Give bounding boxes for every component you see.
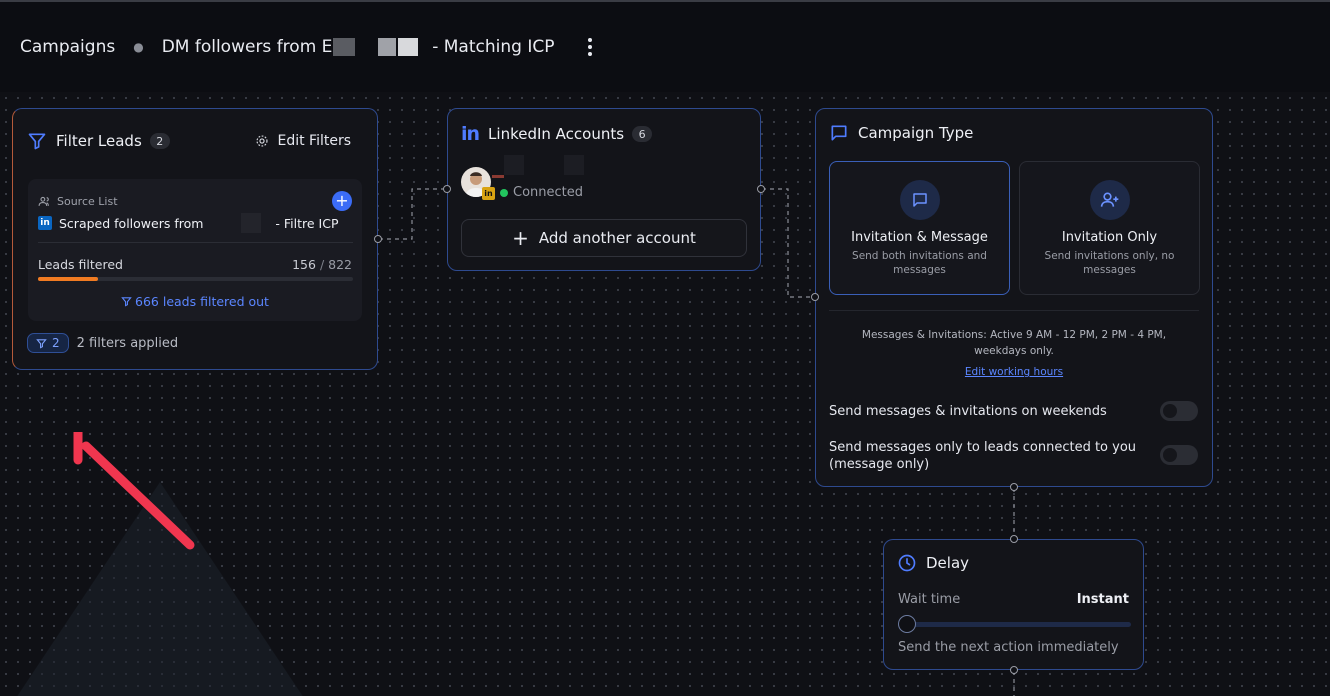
output-handle[interactable] (1010, 483, 1018, 491)
message-icon (899, 180, 940, 220)
connected-only-toggle[interactable] (1160, 445, 1198, 465)
source-name-prefix: Scraped followers from (59, 215, 204, 231)
edit-working-hours-link[interactable]: Edit working hours (816, 366, 1212, 378)
leads-progress-fill (38, 277, 98, 281)
linkedin-icon: in (461, 123, 480, 145)
filtered-out-link[interactable]: 666 leads filtered out (28, 294, 362, 309)
campaign-type-node[interactable]: Campaign Type Invitation & Message Send … (811, 108, 1213, 491)
option-description: Send invitations only, no messages (1044, 250, 1175, 276)
annotation-arrow-icon (73, 432, 195, 550)
gear-icon (256, 135, 269, 147)
input-handle[interactable] (1010, 535, 1018, 543)
option-description: Send both invitations and messages (852, 250, 987, 276)
campaign-name-prefix: DM followers from E (161, 37, 333, 57)
redacted-block (241, 213, 262, 233)
breadcrumb-separator: ● (133, 40, 144, 54)
page-header: Campaigns ● DM followers from E - Matchi… (0, 2, 1330, 92)
option-invitation-only[interactable]: Invitation Only Send invitations only, n… (1019, 161, 1200, 295)
wait-time-slider[interactable] (898, 622, 1131, 627)
redacted-block (333, 38, 356, 56)
connected-only-toggle-label: Send messages only to leads connected to… (829, 440, 1137, 472)
filter-leads-node[interactable]: Filter Leads 2 Edit Filters Source List … (12, 108, 382, 370)
filter-leads-title: Filter Leads (56, 132, 142, 150)
option-title: Invitation Only (1061, 230, 1158, 245)
filter-icon (121, 297, 132, 307)
edit-filters-label: Edit Filters (277, 133, 351, 149)
divider (38, 242, 353, 243)
source-list-card: Source List + in Scraped followers from … (28, 179, 362, 321)
leads-filtered-count: 156 / 822 (292, 257, 352, 272)
linkedin-mini-icon: in (482, 187, 495, 200)
wait-time-value: Instant (1076, 592, 1129, 607)
wait-time-slider-handle[interactable] (898, 615, 916, 633)
message-icon (831, 125, 847, 141)
option-invitation-message[interactable]: Invitation & Message Send both invitatio… (829, 161, 1010, 295)
input-handle[interactable] (443, 185, 451, 193)
campaign-type-title: Campaign Type (858, 124, 974, 142)
redacted-block (397, 38, 418, 56)
weekend-toggle[interactable] (1160, 401, 1198, 421)
filter-icon (36, 338, 47, 349)
workflow-canvas[interactable]: Filter Leads 2 Edit Filters Source List … (0, 92, 1330, 696)
output-handle[interactable] (1010, 666, 1018, 674)
leads-total: 822 (328, 257, 352, 272)
schedule-text: Messages & Invitations: Active 9 AM - 12… (861, 329, 1167, 357)
filter-icon (28, 133, 46, 150)
linkedin-icon: in (38, 216, 52, 230)
redacted-block (377, 38, 396, 56)
accounts-count-badge: 6 (632, 126, 653, 142)
add-account-button[interactable]: + Add another account (461, 219, 747, 257)
breadcrumb-campaigns[interactable]: Campaigns (20, 37, 115, 57)
redacted-block (492, 175, 504, 178)
filtered-out-label: 666 leads filtered out (135, 294, 269, 309)
add-source-button[interactable]: + (332, 191, 352, 211)
clock-icon (898, 554, 916, 572)
plus-icon: + (512, 226, 529, 250)
filters-applied-label: 2 filters applied (76, 335, 179, 351)
wait-time-label: Wait time (898, 592, 961, 607)
add-account-label: Add another account (538, 229, 696, 247)
option-title: Invitation & Message (851, 230, 988, 245)
filter-count-badge: 2 (149, 133, 170, 149)
redacted-block (504, 155, 524, 175)
users-icon (38, 196, 49, 206)
filters-chip-count: 2 (52, 336, 60, 350)
delay-description: Send the next action immediately (898, 640, 1119, 655)
source-name-suffix: - Filtre ICP (275, 215, 339, 231)
delay-node[interactable]: Delay Wait time Instant Send the next ac… (883, 535, 1144, 674)
delay-title: Delay (926, 554, 970, 572)
campaign-name: DM followers from E - Matching ICP (162, 37, 555, 57)
output-handle[interactable] (757, 185, 765, 193)
divider (829, 310, 1199, 311)
redacted-block (564, 155, 584, 175)
leads-filtered-label: Leads filtered (38, 257, 123, 272)
edit-filters-button[interactable]: Edit Filters (255, 133, 351, 149)
add-user-icon (1089, 180, 1130, 220)
linkedin-accounts-node[interactable]: in LinkedIn Accounts 6 in Connected + Ad… (443, 108, 765, 271)
weekend-toggle-label: Send messages & invitations on weekends (829, 404, 1107, 419)
output-handle[interactable] (374, 235, 382, 243)
input-handle[interactable] (811, 293, 819, 301)
filters-chip[interactable]: 2 (27, 333, 69, 353)
more-options-icon[interactable] (584, 34, 596, 60)
source-list-label: Source List (57, 195, 118, 208)
connected-status-label: Connected (513, 185, 584, 200)
campaign-name-suffix: - Matching ICP (432, 37, 555, 57)
leads-progress-bar (38, 277, 353, 281)
linkedin-accounts-title: LinkedIn Accounts (488, 125, 625, 143)
connected-status-dot (500, 188, 508, 197)
leads-count: 156 (292, 257, 316, 272)
